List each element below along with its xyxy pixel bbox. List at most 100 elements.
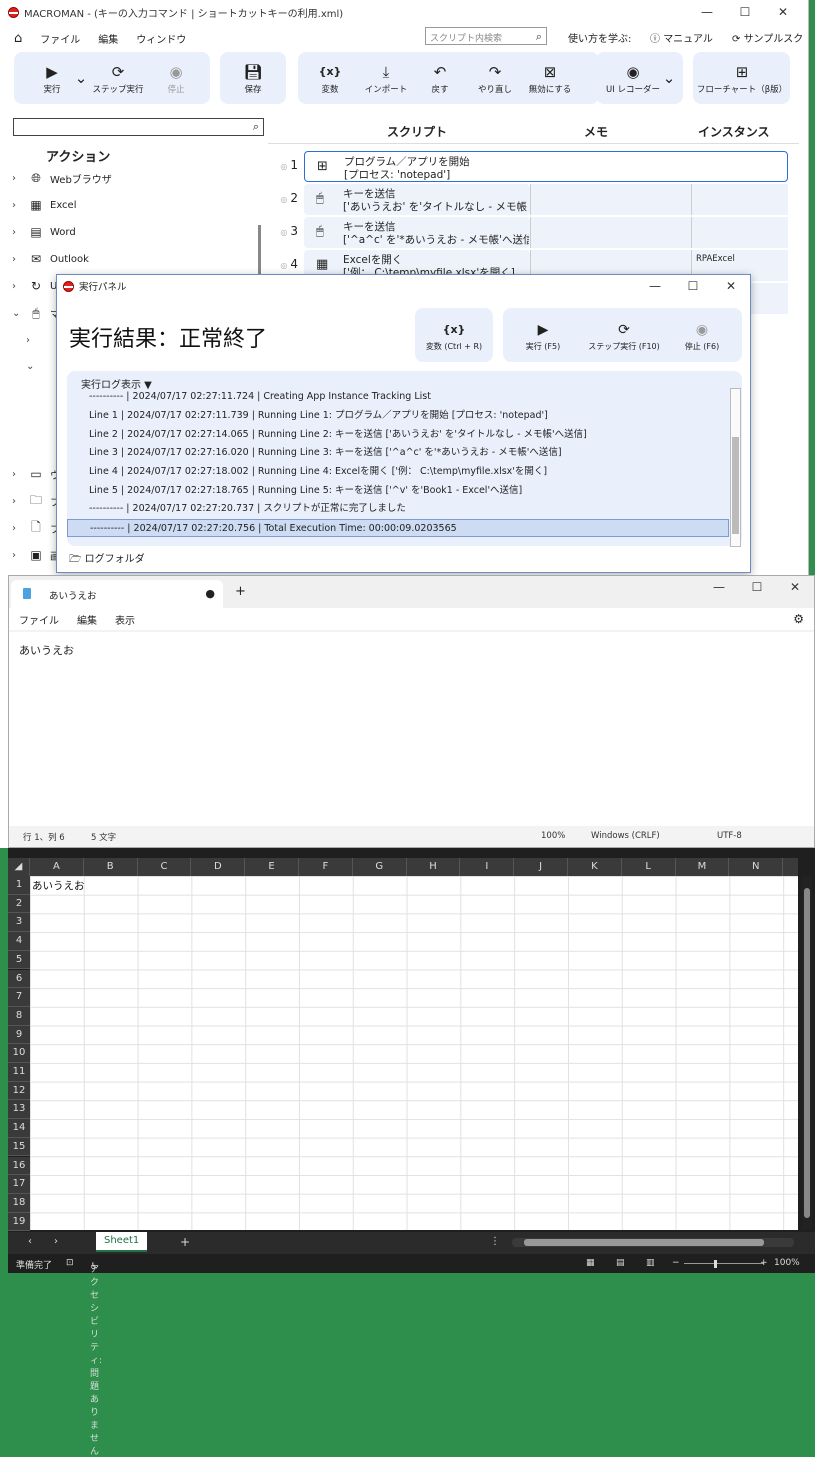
log-line[interactable]: Line 5 | 2024/07/17 02:27:18.765 | Runni… xyxy=(67,482,729,500)
action-folder[interactable]: › 🗀 フ xyxy=(12,491,60,511)
zoom-out-button[interactable]: − xyxy=(672,1258,680,1268)
log-line-selected[interactable]: ---------- | 2024/07/17 02:27:20.756 | T… xyxy=(67,519,729,537)
action-image[interactable]: › ▣ 画 xyxy=(12,545,60,565)
action-outlook[interactable]: › ✉ Outlook xyxy=(12,249,89,269)
row-header[interactable]: 9 xyxy=(8,1025,30,1045)
instance-cell[interactable] xyxy=(691,217,788,248)
column-header[interactable]: C xyxy=(138,858,192,876)
add-sheet-button[interactable]: + xyxy=(180,1235,190,1249)
stop-button[interactable]: ◉ 停止 (F6) xyxy=(675,308,729,362)
menu-edit[interactable]: 編集 xyxy=(98,31,118,46)
maximize-button[interactable]: ☐ xyxy=(674,275,712,297)
run-dropdown[interactable]: ⌄ xyxy=(74,52,88,104)
action-search-input[interactable]: ⌕ xyxy=(13,118,264,136)
log-line[interactable]: Line 1 | 2024/07/17 02:27:11.739 | Runni… xyxy=(67,407,729,425)
minimize-button[interactable]: — xyxy=(700,576,738,598)
minimize-button[interactable]: — xyxy=(636,275,674,297)
ui-recorder-button[interactable]: ◉ UI レコーダー xyxy=(606,52,660,104)
row-header[interactable]: 3 xyxy=(8,913,30,933)
import-button[interactable]: ⤓ インポート xyxy=(360,52,412,104)
menu-file[interactable]: ファイル xyxy=(19,612,59,627)
manual-link[interactable]: ⓘ マニュアル xyxy=(650,30,713,45)
column-header[interactable]: M xyxy=(676,858,730,876)
macro-record-icon[interactable]: ⊡ xyxy=(66,1258,74,1268)
row-header[interactable]: 8 xyxy=(8,1006,30,1026)
prev-sheet-icon[interactable]: ‹ xyxy=(28,1236,32,1247)
log-scrollbar[interactable] xyxy=(730,388,741,547)
column-header[interactable]: G xyxy=(353,858,407,876)
row-header[interactable]: 10 xyxy=(8,1044,30,1063)
minimize-button[interactable]: — xyxy=(688,0,726,24)
step-run-button[interactable]: ⟳ ステップ実行 (F10) xyxy=(585,308,663,362)
row-header[interactable]: 1 xyxy=(8,876,30,895)
breakpoint-icon[interactable]: ◎ xyxy=(280,228,287,237)
run-button[interactable]: ▶ 実行 xyxy=(30,52,74,104)
flowchart-button[interactable]: ⊞ フローチャート（β版） xyxy=(696,52,788,104)
action-ui[interactable]: ›↻UI xyxy=(12,276,60,296)
close-button[interactable]: ✕ xyxy=(776,576,814,598)
page-layout-icon[interactable]: ▤ xyxy=(616,1258,625,1268)
stop-button[interactable]: ◉ 停止 xyxy=(154,52,198,104)
home-icon[interactable]: ⌂ xyxy=(14,31,22,46)
search-icon[interactable]: ⌕ xyxy=(253,120,259,134)
script-cell[interactable]: 🖱︎ キーを送信 ['あいうえお' を'タイトルなし - メモ帳 xyxy=(304,184,530,215)
log-line[interactable]: Line 4 | 2024/07/17 02:27:18.002 | Runni… xyxy=(67,463,729,481)
cell-a1[interactable]: あいうえお xyxy=(32,878,85,893)
script-row[interactable]: ◎ 3 🖱︎ キーを送信 ['^a^c' を'*あいうえお - メモ帳'へ送信 xyxy=(268,217,788,248)
row-header[interactable]: 16 xyxy=(8,1156,30,1176)
action-mouse[interactable]: ⌄ 🖱︎ マ xyxy=(12,303,60,323)
breakpoint-icon[interactable]: ◎ xyxy=(280,195,287,204)
unsaved-dot-icon[interactable]: ● xyxy=(205,587,215,600)
action-window[interactable]: › ▭ ウ xyxy=(12,464,60,484)
more-options-icon[interactable]: ⋮ xyxy=(490,1236,500,1247)
menu-edit[interactable]: 編集 xyxy=(77,612,97,627)
select-all-corner[interactable]: ◢ xyxy=(8,858,30,876)
next-sheet-icon[interactable]: › xyxy=(54,1236,58,1247)
action-sub-2[interactable]: ⌄ xyxy=(26,356,40,376)
variables-button[interactable]: {x} 変数 (Ctrl + R) xyxy=(415,308,493,362)
column-header[interactable]: D xyxy=(191,858,246,876)
disable-button[interactable]: ⊠ 無効にする xyxy=(524,52,576,104)
instance-cell[interactable] xyxy=(691,184,788,215)
run-button[interactable]: ▶ 実行 (F5) xyxy=(515,308,571,362)
scrollbar-thumb[interactable] xyxy=(524,1239,764,1246)
memo-cell[interactable] xyxy=(530,184,691,215)
action-webbrowser[interactable]: › 🌐︎ Webブラウザ xyxy=(12,168,112,188)
vertical-scrollbar[interactable] xyxy=(802,876,812,1230)
new-tab-button[interactable]: + xyxy=(235,584,246,599)
undo-button[interactable]: ↶ 戻す xyxy=(418,52,462,104)
zoom-in-button[interactable]: + xyxy=(760,1258,768,1268)
notepad-text-area[interactable]: あいうえお xyxy=(9,632,814,826)
column-header[interactable]: N xyxy=(729,858,784,876)
search-icon[interactable]: ⌕ xyxy=(536,30,542,44)
row-header[interactable]: 11 xyxy=(8,1063,30,1082)
log-line[interactable]: ---------- | 2024/07/17 02:27:20.737 | ス… xyxy=(67,500,729,518)
row-header[interactable]: 15 xyxy=(8,1137,30,1157)
row-header[interactable]: 14 xyxy=(8,1119,30,1138)
action-word[interactable]: › ▤ Word xyxy=(12,222,76,242)
maximize-button[interactable]: ☐ xyxy=(726,0,764,24)
script-cell[interactable]: ⊞ プログラム／アプリを開始 [プロセス: 'notepad'] xyxy=(304,151,788,182)
action-file[interactable]: › 🗋 フ xyxy=(12,518,60,538)
sheet-tab[interactable]: Sheet1 xyxy=(96,1232,148,1252)
menu-window[interactable]: ウィンドウ xyxy=(136,31,186,46)
column-header[interactable]: F xyxy=(299,858,353,876)
row-header[interactable]: 17 xyxy=(8,1175,30,1194)
column-header[interactable]: K xyxy=(568,858,622,876)
column-header[interactable]: J xyxy=(514,858,568,876)
menu-view[interactable]: 表示 xyxy=(115,612,135,627)
page-break-icon[interactable]: ▥ xyxy=(646,1258,655,1268)
script-row[interactable]: ◎ 2 🖱︎ キーを送信 ['あいうえお' を'タイトルなし - メモ帳 xyxy=(268,184,788,215)
row-header[interactable]: 7 xyxy=(8,988,30,1007)
recorder-dropdown[interactable]: ⌄ xyxy=(662,52,676,104)
settings-gear-icon[interactable]: ⚙ xyxy=(793,612,804,626)
horizontal-scrollbar[interactable] xyxy=(512,1238,794,1247)
normal-view-icon[interactable]: ▦ xyxy=(586,1258,595,1268)
sample-link[interactable]: ⟳ サンプルスク xyxy=(732,30,803,45)
log-line[interactable]: Line 2 | 2024/07/17 02:27:14.065 | Runni… xyxy=(67,426,729,444)
row-header[interactable]: 2 xyxy=(8,894,30,914)
column-header[interactable]: I xyxy=(460,858,515,876)
column-header[interactable]: E xyxy=(245,858,299,876)
save-button[interactable]: 💾︎ 保存 xyxy=(230,52,276,104)
row-header[interactable]: 18 xyxy=(8,1193,30,1213)
